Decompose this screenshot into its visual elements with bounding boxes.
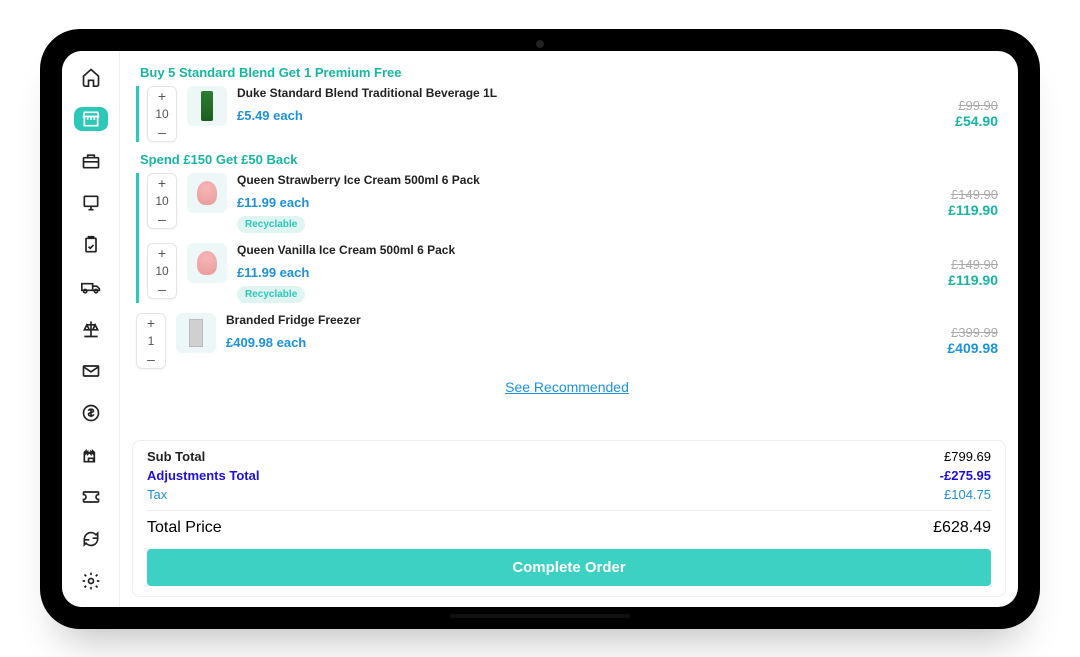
nav-monitor[interactable] (74, 191, 108, 215)
nav-dollar[interactable] (74, 401, 108, 425)
nav-store[interactable] (74, 107, 108, 131)
subtotal-value: £799.69 (944, 449, 991, 464)
qty-decrement[interactable]: – (148, 123, 176, 141)
product-info: Duke Standard Blend Traditional Beverage… (237, 86, 908, 123)
product-thumb (176, 313, 216, 353)
adjustments-value: -£275.95 (940, 468, 991, 483)
qty-value: 10 (155, 105, 168, 123)
cart-line-item: +10– Queen Vanilla Ice Cream 500ml 6 Pack… (147, 243, 998, 303)
sidebar (62, 51, 120, 607)
unit-price: £5.49 each (237, 108, 908, 123)
unit-price: £409.98 each (226, 335, 908, 350)
cart-line-item: +1– Branded Fridge Freezer £409.98 each £39… (136, 313, 998, 369)
nav-clipboard[interactable] (74, 233, 108, 257)
subtotal-label: Sub Total (147, 449, 205, 464)
qty-value: 1 (148, 332, 155, 350)
qty-increment[interactable]: + (148, 244, 176, 262)
totals-panel: Sub Total £799.69 Adjustments Total -£27… (132, 440, 1006, 597)
price-column: £99.90£54.90 (918, 98, 998, 129)
promo-title: Buy 5 Standard Blend Get 1 Premium Free (140, 65, 998, 80)
qty-increment[interactable]: + (148, 87, 176, 105)
nav-truck[interactable] (74, 275, 108, 299)
unit-price: £11.99 each (237, 265, 908, 280)
original-price: £399.99 (918, 325, 998, 340)
promo-title: Spend £150 Get £50 Back (140, 152, 998, 167)
product-name: Duke Standard Blend Traditional Beverage… (237, 86, 908, 100)
recyclable-badge: Recyclable (237, 286, 305, 303)
nav-briefcase[interactable] (74, 149, 108, 173)
nav-settings[interactable] (74, 569, 108, 593)
quantity-stepper[interactable]: +10– (147, 86, 177, 142)
qty-value: 10 (155, 192, 168, 210)
nav-ticket[interactable] (74, 485, 108, 509)
tax-value: £104.75 (944, 487, 991, 502)
nav-home[interactable] (74, 65, 108, 89)
original-price: £149.90 (918, 187, 998, 202)
qty-decrement[interactable]: – (148, 280, 176, 298)
original-price: £99.90 (918, 98, 998, 113)
product-name: Queen Vanilla Ice Cream 500ml 6 Pack (237, 243, 908, 257)
qty-value: 10 (155, 262, 168, 280)
cart-line-item: +10– Duke Standard Blend Traditional Beve… (147, 86, 998, 142)
nav-mail[interactable] (74, 359, 108, 383)
line-price: £409.98 (918, 340, 998, 356)
recyclable-badge: Recyclable (237, 216, 305, 233)
line-price: £119.90 (918, 272, 998, 288)
product-info: Branded Fridge Freezer £409.98 each (226, 313, 908, 350)
price-column: £399.99£409.98 (918, 325, 998, 356)
total-label: Total Price (147, 519, 222, 537)
product-name: Branded Fridge Freezer (226, 313, 908, 327)
product-thumb (187, 243, 227, 283)
price-column: £149.90£119.90 (918, 257, 998, 288)
promo-block: +10– Duke Standard Blend Traditional Beve… (136, 86, 998, 142)
quantity-stepper[interactable]: +1– (136, 313, 166, 369)
cart-scroll[interactable]: Buy 5 Standard Blend Get 1 Premium Free +… (120, 51, 1018, 436)
line-price: £54.90 (918, 113, 998, 129)
promo-block: +10–Queen Strawberry Ice Cream 500ml 6 P… (136, 173, 998, 303)
qty-increment[interactable]: + (148, 174, 176, 192)
product-info: Queen Vanilla Ice Cream 500ml 6 Pack £11.… (237, 243, 908, 303)
product-thumb (187, 86, 227, 126)
main-area: Buy 5 Standard Blend Get 1 Premium Free +… (120, 51, 1018, 607)
screen: Buy 5 Standard Blend Get 1 Premium Free +… (62, 51, 1018, 607)
total-value: £628.49 (933, 519, 991, 537)
home-indicator (450, 614, 630, 618)
product-name: Queen Strawberry Ice Cream 500ml 6 Pack (237, 173, 908, 187)
complete-order-button[interactable]: Complete Order (147, 549, 991, 586)
qty-decrement[interactable]: – (148, 210, 176, 228)
nav-castle[interactable] (74, 443, 108, 467)
original-price: £149.90 (918, 257, 998, 272)
price-column: £149.90£119.90 (918, 187, 998, 218)
tablet-frame: Buy 5 Standard Blend Get 1 Premium Free +… (40, 29, 1040, 629)
qty-increment[interactable]: + (137, 314, 165, 332)
nav-sync[interactable] (74, 527, 108, 551)
adjustments-label[interactable]: Adjustments Total (147, 468, 259, 483)
product-info: Queen Strawberry Ice Cream 500ml 6 Pack £… (237, 173, 908, 233)
nav-scale[interactable] (74, 317, 108, 341)
see-recommended-link[interactable]: See Recommended (505, 379, 629, 395)
cart-line-item: +10– Queen Strawberry Ice Cream 500ml 6 P… (147, 173, 998, 233)
qty-decrement[interactable]: – (137, 350, 165, 368)
product-thumb (187, 173, 227, 213)
camera-dot (536, 40, 544, 48)
see-recommended-row: See Recommended (136, 379, 998, 395)
tax-label[interactable]: Tax (147, 487, 167, 502)
unit-price: £11.99 each (237, 195, 908, 210)
quantity-stepper[interactable]: +10– (147, 243, 177, 299)
line-price: £119.90 (918, 202, 998, 218)
quantity-stepper[interactable]: +10– (147, 173, 177, 229)
